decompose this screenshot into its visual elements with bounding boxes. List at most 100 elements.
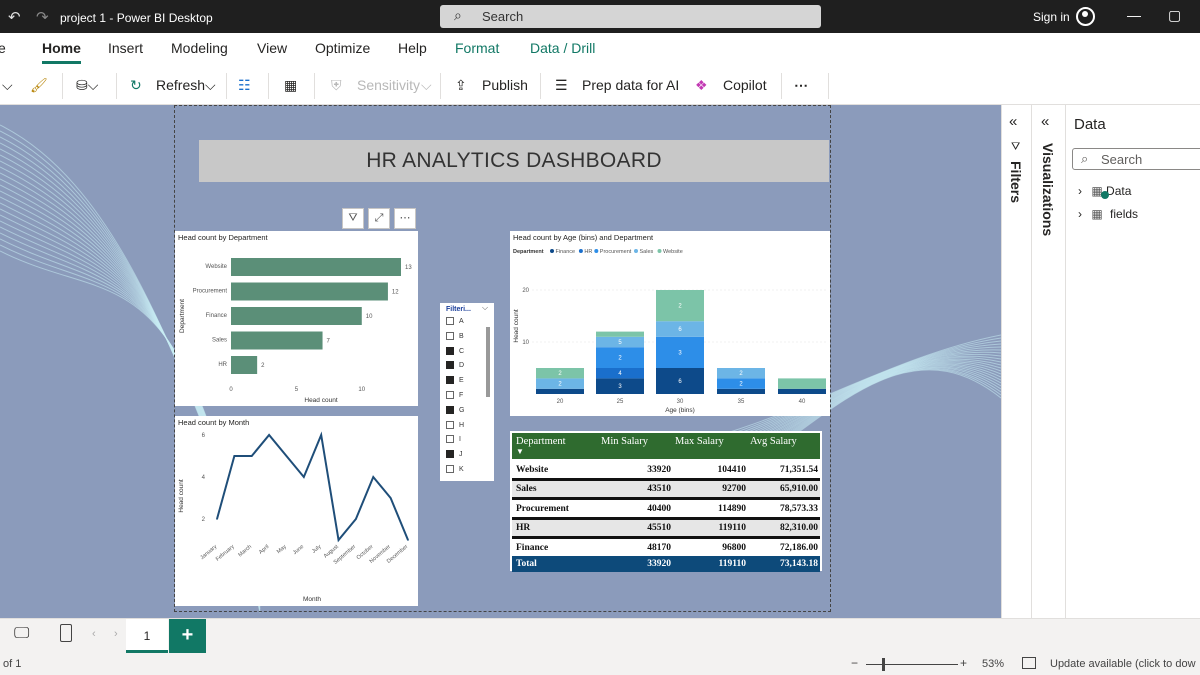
table-row[interactable]: Procurement 40400 114890 78,573.33 bbox=[512, 501, 820, 517]
slicer-scrollbar[interactable] bbox=[486, 327, 490, 397]
visualizations-pane[interactable]: « Visualizations bbox=[1031, 105, 1065, 618]
filter-slicer[interactable]: Filteri... ⌵ ABCDEFGHIJK bbox=[440, 303, 494, 481]
slicer-item[interactable]: H bbox=[446, 420, 464, 429]
slicer-item[interactable]: J bbox=[446, 450, 463, 459]
salary-table[interactable]: Department ▼ Min Salary Max Salary Avg S… bbox=[510, 431, 822, 572]
refresh-button[interactable]: Refresh bbox=[156, 77, 205, 93]
tab-format[interactable]: Format bbox=[455, 40, 499, 56]
data-pane[interactable]: Data ⌕ Search › ▦ Data › ▦ fields bbox=[1065, 105, 1200, 618]
copilot-button[interactable]: Copilot bbox=[723, 77, 767, 93]
tab-optimize[interactable]: Optimize bbox=[315, 40, 370, 56]
zoom-in-icon[interactable]: + bbox=[960, 656, 967, 670]
tab-modeling[interactable]: Modeling bbox=[171, 40, 228, 56]
table-row[interactable]: Website 33920 104410 71,351.54 bbox=[512, 462, 820, 478]
tab-home[interactable]: Home bbox=[42, 40, 81, 64]
table-row[interactable]: Sales 43510 92700 65,910.00 bbox=[512, 481, 820, 497]
slicer-checkbox[interactable] bbox=[446, 465, 454, 473]
slicer-item[interactable]: K bbox=[446, 465, 464, 473]
table-header-min-salary[interactable]: Min Salary bbox=[601, 436, 648, 447]
more-options-icon[interactable]: ⋯ bbox=[394, 208, 416, 229]
table-total-row[interactable]: Total 33920 119110 73,143.18 bbox=[512, 556, 820, 572]
chevron-down-icon[interactable]: ⌵ bbox=[2, 77, 13, 94]
slicer-checkbox[interactable] bbox=[446, 331, 454, 340]
stacked-chart-visual[interactable]: Head count by Age (bins) and Department … bbox=[510, 231, 830, 416]
table-row[interactable]: Finance 48170 96800 72,186.00 bbox=[512, 540, 820, 556]
fields-table-item[interactable]: › ▦ fields bbox=[1078, 207, 1138, 221]
slicer-checkbox[interactable] bbox=[446, 420, 454, 429]
mobile-view-icon[interactable] bbox=[60, 624, 72, 642]
slicer-checkbox[interactable] bbox=[446, 435, 454, 444]
chevron-right-icon[interactable]: › bbox=[1078, 207, 1082, 221]
more-options-button[interactable]: ⋯ bbox=[794, 77, 808, 94]
publish-button[interactable]: Publish bbox=[482, 77, 528, 93]
fit-to-page-icon[interactable] bbox=[1022, 657, 1036, 669]
prep-data-button[interactable]: Prep data for AI bbox=[582, 77, 679, 93]
slicer-item[interactable]: D bbox=[446, 361, 464, 370]
redo-icon[interactable]: ↷ bbox=[36, 8, 49, 26]
y-axis-title: Department bbox=[179, 299, 186, 333]
legend-item: Website bbox=[663, 249, 683, 255]
slicer-item[interactable]: C bbox=[446, 346, 464, 355]
refresh-dropdown-icon[interactable]: ⌵ bbox=[205, 77, 216, 94]
table-header-avg-salary[interactable]: Avg Salary bbox=[750, 436, 797, 447]
data-table-item[interactable]: › ▦ Data bbox=[1078, 184, 1131, 199]
zoom-slider-thumb[interactable] bbox=[882, 658, 885, 671]
add-page-button[interactable]: + bbox=[169, 619, 206, 653]
sign-in-link[interactable]: Sign in bbox=[1033, 10, 1070, 24]
slicer-item[interactable]: A bbox=[446, 317, 464, 325]
undo-icon[interactable]: ↶ bbox=[8, 8, 21, 26]
tab-file[interactable]: e bbox=[0, 40, 6, 56]
line-chart-visual[interactable]: Head count by Month 2 4 6 January February Ma… bbox=[175, 416, 418, 606]
new-visual-icon[interactable]: ☷ bbox=[238, 77, 251, 94]
zoom-out-icon[interactable]: − bbox=[851, 656, 858, 670]
data-search-input[interactable]: ⌕ Search bbox=[1072, 148, 1200, 170]
visualizations-pane-label[interactable]: Visualizations bbox=[1040, 143, 1056, 236]
next-page-icon[interactable]: › bbox=[114, 628, 118, 640]
calculator-icon[interactable]: ▦ bbox=[284, 77, 297, 94]
slicer-checkbox[interactable] bbox=[446, 391, 454, 399]
collapse-visualizations-icon[interactable]: « bbox=[1041, 113, 1049, 130]
account-icon[interactable] bbox=[1076, 7, 1095, 26]
zoom-slider[interactable] bbox=[866, 664, 958, 665]
filters-pane[interactable]: « ⛛ Filters bbox=[1001, 105, 1031, 618]
slicer-item[interactable]: E bbox=[446, 376, 464, 385]
maximize-icon[interactable]: ▢ bbox=[1168, 7, 1181, 24]
tab-data-drill[interactable]: Data / Drill bbox=[530, 40, 595, 56]
collapse-filters-icon[interactable]: « bbox=[1009, 113, 1017, 130]
page-tab-1[interactable]: 1 bbox=[126, 619, 168, 653]
data-source-icon[interactable]: ⛁⌵ bbox=[76, 77, 98, 94]
chevron-down-icon[interactable]: ⌵ bbox=[482, 303, 488, 313]
table-header-max-salary[interactable]: Max Salary bbox=[675, 436, 724, 447]
slicer-checkbox[interactable] bbox=[446, 405, 454, 414]
tab-help[interactable]: Help bbox=[398, 40, 427, 56]
prev-page-icon[interactable]: ‹ bbox=[92, 628, 96, 640]
slicer-item[interactable]: B bbox=[446, 331, 464, 340]
global-search-box[interactable]: ⌕ Search bbox=[440, 5, 821, 28]
minimize-icon[interactable]: — bbox=[1127, 7, 1141, 23]
x-tick-label: March bbox=[237, 544, 253, 558]
slicer-checkbox[interactable] bbox=[446, 346, 454, 355]
slicer-checkbox[interactable] bbox=[446, 376, 454, 385]
tab-insert[interactable]: Insert bbox=[108, 40, 143, 56]
tab-view[interactable]: View bbox=[257, 40, 287, 56]
filter-icon[interactable]: ⛛ bbox=[342, 208, 364, 229]
format-painter-icon[interactable]: 🖌 bbox=[30, 77, 48, 94]
desktop-view-icon[interactable]: 🖵 bbox=[14, 625, 29, 643]
slicer-item[interactable]: I bbox=[446, 435, 461, 444]
update-available-link[interactable]: Update available (click to dow bbox=[1050, 658, 1196, 670]
slicer-checkbox[interactable] bbox=[446, 361, 454, 370]
x-tick-label: May bbox=[276, 544, 288, 555]
sort-arrow-icon[interactable]: ▼ bbox=[516, 447, 524, 456]
sensitivity-button[interactable]: Sensitivity bbox=[357, 77, 420, 93]
slicer-item[interactable]: F bbox=[446, 391, 463, 399]
filters-pane-label[interactable]: Filters bbox=[1008, 161, 1024, 203]
table-row[interactable]: HR 45510 119110 82,310.00 bbox=[512, 520, 820, 536]
slicer-item[interactable]: G bbox=[446, 405, 464, 414]
table-header-department[interactable]: Department bbox=[516, 436, 566, 447]
chevron-right-icon[interactable]: › bbox=[1078, 184, 1082, 198]
report-canvas[interactable]: HR ANALYTICS DASHBOARD ⛛ ⤢ ⋯ Head count … bbox=[0, 105, 1001, 618]
focus-mode-icon[interactable]: ⤢ bbox=[368, 208, 390, 229]
bar-chart-visual[interactable]: Head count by Department Website 13 Procur… bbox=[175, 231, 418, 406]
slicer-checkbox[interactable] bbox=[446, 317, 454, 325]
slicer-checkbox[interactable] bbox=[446, 450, 454, 459]
